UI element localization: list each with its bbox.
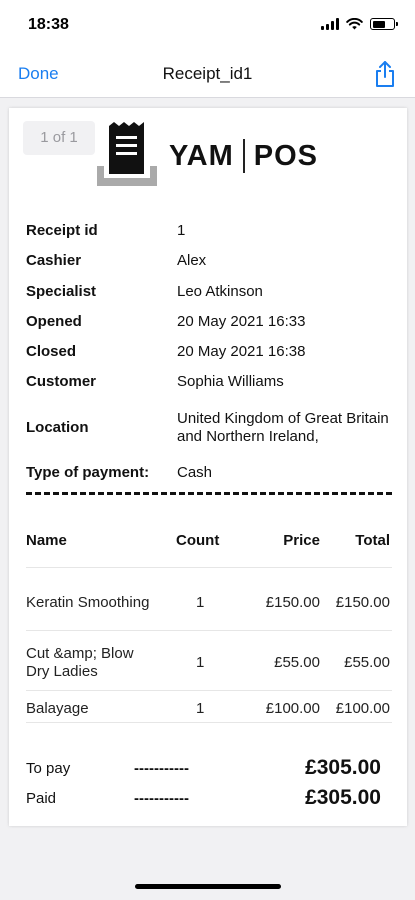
wifi-icon: [346, 18, 363, 30]
page-indicator: 1 of 1: [23, 121, 95, 155]
brand-logo-divider: [242, 139, 245, 173]
brand-logo-right: POS: [253, 139, 319, 172]
brand-logo-left: YAM: [169, 139, 234, 172]
info-value: Cash: [177, 464, 213, 481]
item-total: £55.00: [344, 654, 390, 671]
battery-icon: [370, 18, 398, 30]
info-value: Leo Atkinson: [177, 283, 263, 300]
item-name: Cut &amp; Blow Dry Ladies: [26, 645, 134, 680]
info-label: Closed: [26, 343, 77, 360]
page-title: Receipt_id1: [162, 64, 253, 83]
row-divider: [26, 690, 392, 691]
info-value: United Kingdom of Great Britain and Nort…: [177, 410, 389, 445]
dashed-separator: [26, 492, 392, 498]
item-total: £100.00: [335, 700, 390, 717]
row-divider: [26, 722, 392, 723]
info-value: Sophia Williams: [177, 373, 284, 390]
column-header-total: Total: [355, 532, 390, 549]
info-value: 1: [177, 222, 186, 239]
info-label: Customer: [26, 373, 97, 390]
paid-dashes: -----------: [134, 790, 189, 807]
receipt-document: 1 of 1 YAM POS Receipt id 1 Cashier Alex…: [9, 108, 407, 826]
info-label: Cashier: [26, 252, 82, 269]
navigation-bar: Done Receipt_id1: [0, 50, 415, 98]
brand-logo: YAM POS: [169, 139, 318, 173]
cellular-signal-icon: [321, 18, 339, 30]
row-divider: [26, 567, 392, 568]
info-value: 20 May 2021 16:33: [177, 313, 306, 330]
column-header-price: Price: [283, 532, 320, 549]
info-value: 20 May 2021 16:38: [177, 343, 306, 360]
status-icons: [321, 18, 398, 30]
receipt-logo-icon: [97, 122, 157, 186]
item-name: Keratin Smoothing: [26, 594, 150, 611]
item-price: £55.00: [274, 654, 320, 671]
column-header-count: Count: [176, 532, 220, 549]
item-count: 1: [196, 700, 205, 717]
item-count: 1: [196, 594, 205, 611]
info-label: Specialist: [26, 283, 97, 300]
status-time: 18:38: [28, 16, 69, 33]
info-label: Receipt id: [26, 222, 98, 239]
share-icon[interactable]: [373, 60, 397, 88]
item-name: Balayage: [26, 700, 89, 717]
item-count: 1: [196, 654, 205, 671]
to-pay-label: To pay: [26, 760, 71, 777]
info-label: Location: [26, 419, 89, 436]
item-price: £100.00: [265, 700, 320, 717]
status-bar: 18:38: [0, 0, 415, 50]
info-label: Type of payment:: [26, 464, 150, 481]
row-divider: [26, 630, 392, 631]
item-price: £150.00: [265, 594, 320, 611]
paid-amount: £305.00: [305, 786, 381, 809]
item-total: £150.00: [335, 594, 390, 611]
info-value: Alex: [177, 252, 207, 269]
to-pay-dashes: -----------: [134, 760, 189, 777]
column-header-name: Name: [26, 532, 67, 549]
home-indicator[interactable]: [135, 884, 281, 889]
to-pay-amount: £305.00: [305, 756, 381, 779]
paid-label: Paid: [26, 790, 57, 807]
info-label: Opened: [26, 313, 82, 330]
